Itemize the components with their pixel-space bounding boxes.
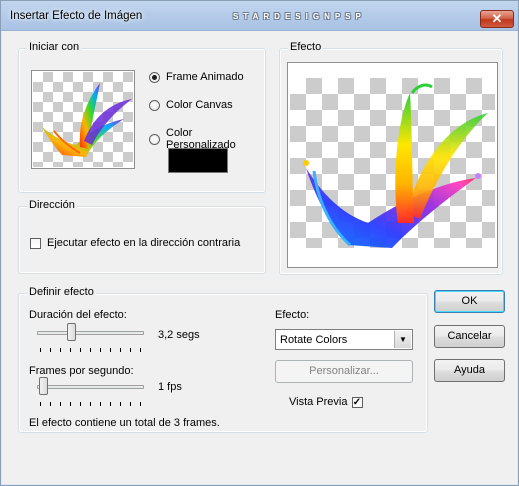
fps-label: Frames por segundo: [29,365,134,377]
direction-group: Dirección Ejecutar efecto en la direcció… [18,199,266,274]
duration-value: 3,2 segs [158,329,200,341]
custom-color-swatch[interactable] [168,148,228,173]
close-icon: ✕ [491,11,503,26]
effect-type-value: Rotate Colors [280,334,348,346]
effect-type-select[interactable]: Rotate Colors ▼ [275,329,413,350]
reverse-direction-option[interactable]: Ejecutar efecto en la dirección contrari… [30,237,240,249]
radio-custom-color[interactable] [149,133,160,145]
help-button[interactable]: Ayuda [434,359,505,382]
radio-animated-frame[interactable] [149,71,160,83]
effect-preview-group: Efecto [279,41,503,275]
watermark-text: STARDESIGNPSP [233,12,366,21]
effect-preview-label: Efecto [288,41,324,53]
close-button[interactable]: ✕ [480,10,514,28]
fps-slider[interactable] [37,385,144,389]
window-title: Insertar Efecto de Imágen [10,10,143,22]
radio-canvas-color[interactable] [149,99,160,111]
start-with-label: Iniciar con [27,41,82,53]
dialog-window: Insertar Efecto de Imágen STARDESIGNPSP … [0,0,519,486]
frames-summary: El efecto contiene un total de 3 frames. [29,417,220,429]
direction-label: Dirección [27,199,77,211]
fps-value: 1 fps [158,381,182,393]
duration-label: Duración del efecto: [29,309,127,321]
effect-type-label: Efecto: [275,309,310,321]
define-effect-group: Definir efecto Duración del efecto: 3,2 … [18,286,428,433]
option-animated-frame[interactable]: Frame Animado [149,71,244,83]
customize-button[interactable]: Personalizar... [275,360,413,383]
live-preview-label: Vista Previa [289,396,348,408]
effect-preview-canvas [287,62,498,268]
reverse-direction-label: Ejecutar efecto en la dirección contrari… [47,237,241,249]
live-preview-option[interactable]: Vista Previa ✓ [289,396,363,408]
cancel-button[interactable]: Cancelar [434,325,505,348]
duration-slider-thumb[interactable] [67,323,76,341]
start-thumbnail [31,70,135,169]
effect-preview-art [303,83,488,248]
live-preview-checkbox[interactable]: ✓ [351,396,363,408]
define-effect-label: Definir efecto [27,286,96,298]
reverse-direction-checkbox[interactable] [30,237,41,249]
start-thumbnail-art [42,83,132,157]
duration-slider[interactable] [37,331,144,335]
start-with-group: Iniciar con Frame Animado Color Canvas C… [18,41,266,193]
fps-slider-thumb[interactable] [39,377,48,395]
option-animated-frame-label: Frame Animado [166,71,244,83]
option-canvas-color-label: Color Canvas [166,99,233,111]
title-bar[interactable]: Insertar Efecto de Imágen STARDESIGNPSP … [1,1,518,31]
ok-button[interactable]: OK [434,290,505,313]
option-canvas-color[interactable]: Color Canvas [149,99,233,111]
chevron-down-icon[interactable]: ▼ [394,331,411,348]
